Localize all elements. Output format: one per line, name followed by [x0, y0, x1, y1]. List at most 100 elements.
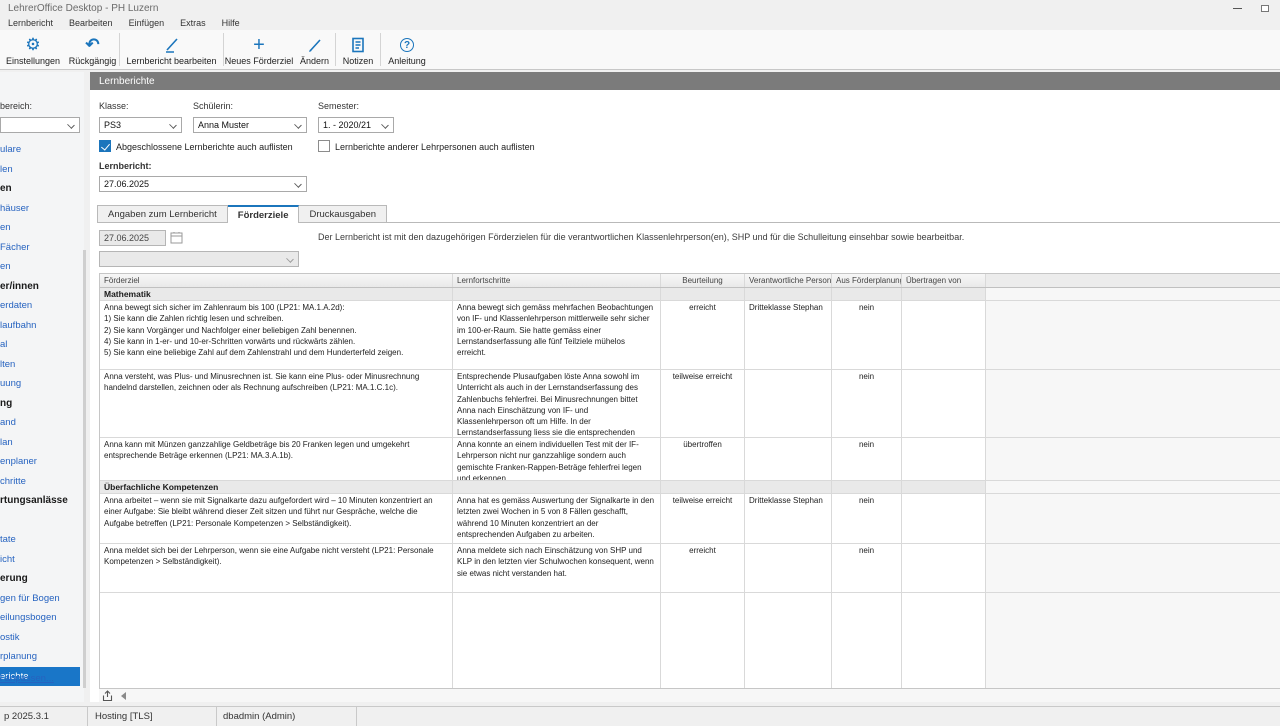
cell-transferred [902, 544, 986, 592]
cell-transferred [902, 438, 986, 480]
col-uebertragen-von[interactable]: Übertragen von [902, 274, 986, 287]
sidebar-filter-select[interactable] [0, 117, 80, 133]
sidebar-item[interactable]: len [0, 160, 80, 180]
section-row-mathematik: Mathematik [100, 288, 1280, 301]
checkbox-andere-lehrpersonen-label: Lernberichte anderer Lehrpersonen auch a… [335, 142, 535, 152]
cell-rating: übertroffen [661, 438, 745, 480]
lernbericht-select[interactable]: 27.06.2025 [99, 176, 307, 192]
status-version: p 2025.3.1 [0, 707, 88, 726]
export-icon[interactable] [102, 690, 113, 702]
menu-lernbericht[interactable]: Lernbericht [8, 18, 53, 28]
sidebar-item[interactable]: lan [0, 433, 80, 453]
cell-plan: nein [832, 494, 902, 543]
cell-plan: nein [832, 438, 902, 480]
notes-icon [351, 35, 365, 55]
checkbox-andere-lehrpersonen[interactable] [318, 140, 330, 152]
change-button[interactable]: Ändern [294, 30, 335, 69]
col-lernfortschritte[interactable]: Lernfortschritte [453, 274, 661, 287]
main-toolbar: ⚙ Einstellungen ↶ Rückgängig Lernbericht… [0, 30, 1280, 70]
help-icon: ? [400, 35, 414, 55]
notes-button[interactable]: Notizen [336, 30, 380, 69]
col-verantwortliche-person[interactable]: Verantwortliche Person [745, 274, 832, 287]
sidebar-item[interactable]: al [0, 335, 80, 355]
table-row[interactable]: Anna kann mit Münzen ganzzahlige Geldbet… [100, 438, 1280, 481]
col-foerderziel[interactable]: Förderziel [100, 274, 453, 287]
maximize-icon [1261, 5, 1269, 12]
sidebar-item[interactable]: rplanung [0, 647, 80, 667]
cell-plan: nein [832, 370, 902, 437]
schuelerin-label: Schülerin: [193, 101, 233, 111]
sidebar-item[interactable]: gen für Bogen [0, 589, 80, 609]
chevron-down-icon [381, 121, 389, 129]
foerderziele-table: Förderziel Lernfortschritte Beurteilung … [99, 273, 1280, 689]
page-title: Lernberichte [99, 76, 155, 87]
sidebar-item[interactable]: ostik [0, 628, 80, 648]
sidebar-item[interactable]: en [0, 218, 80, 238]
table-row[interactable]: Anna meldet sich bei der Lehrperson, wen… [100, 544, 1280, 593]
tab-druckausgaben[interactable]: Druckausgaben [299, 205, 387, 222]
new-goal-button[interactable]: + Neues Förderziel [224, 30, 294, 69]
sidebar-item[interactable]: erdaten [0, 296, 80, 316]
chevron-down-icon [169, 121, 177, 129]
help-button[interactable]: ? Anleitung [381, 30, 433, 69]
section-row-ueberfachliche: Überfachliche Kompetenzen [100, 481, 1280, 494]
sidebar-item[interactable]: eilungsbogen [0, 608, 80, 628]
sidebar-item[interactable]: häuser [0, 199, 80, 219]
sidebar-item[interactable]: uung [0, 374, 80, 394]
sidebar-item[interactable]: tate [0, 530, 80, 550]
cell-goal: Anna bewegt sich sicher im Zahlenraum bi… [100, 301, 453, 369]
sidebar-item[interactable]: icht [0, 550, 80, 570]
cell-goal: Anna kann mit Münzen ganzzahlige Geldbet… [100, 438, 453, 480]
sidebar-item[interactable]: lten [0, 355, 80, 375]
semester-label: Semester: [318, 101, 359, 111]
maximize-button[interactable] [1252, 2, 1278, 15]
sidebar-section: en [0, 179, 80, 199]
undo-button[interactable]: ↶ Rückgängig [66, 30, 119, 69]
table-row[interactable]: Anna bewegt sich sicher im Zahlenraum bi… [100, 301, 1280, 370]
klasse-select[interactable]: PS3 [99, 117, 182, 133]
sidebar-item[interactable]: enplaner [0, 452, 80, 472]
sidebar-scrollbar[interactable] [83, 250, 86, 688]
schuelerin-select[interactable]: Anna Muster [193, 117, 307, 133]
cell-progress: Anna bewegt sich gemäss mehrfachen Beoba… [453, 301, 661, 369]
cell-progress: Anna konnte an einem individuellen Test … [453, 438, 661, 480]
checkbox-abgeschlossene[interactable] [99, 140, 111, 152]
sidebar-spacer [0, 511, 80, 531]
edit-report-button[interactable]: Lernbericht bearbeiten [120, 30, 223, 69]
chevron-down-icon [67, 121, 75, 129]
table-header-row: Förderziel Lernfortschritte Beurteilung … [100, 274, 1280, 288]
sidebar-item[interactable]: chritte [0, 472, 80, 492]
minimize-button[interactable] [1224, 2, 1250, 15]
semester-select[interactable]: 1. - 2020/21 [318, 117, 394, 133]
table-row[interactable]: Anna arbeitet – wenn sie mit Signalkarte… [100, 494, 1280, 544]
check-icon [101, 141, 110, 150]
cell-goal: Anna arbeitet – wenn sie mit Signalkarte… [100, 494, 453, 543]
tab-foerderziele[interactable]: Förderziele [228, 205, 300, 223]
cell-transferred [902, 494, 986, 543]
menu-bearbeiten[interactable]: Bearbeiten [69, 18, 113, 28]
status-bar: p 2025.3.1 Hosting [TLS] dbadmin (Admin) [0, 706, 1280, 725]
cell-progress: Anna meldete sich nach Einschätzung von … [453, 544, 661, 592]
cell-person: Dritteklasse Stephan [745, 494, 832, 543]
sidebar-item[interactable]: ulare [0, 140, 80, 160]
sidebar-adjust-link[interactable]: l anpassen... [0, 673, 54, 684]
menu-extras[interactable]: Extras [180, 18, 206, 28]
cell-plan: nein [832, 544, 902, 592]
sidebar: bereich: ulare len en häuser en Fächer e… [0, 72, 84, 702]
table-row[interactable]: Anna versteht, was Plus- und Minusrechne… [100, 370, 1280, 438]
settings-button[interactable]: ⚙ Einstellungen [0, 30, 66, 69]
sidebar-item[interactable]: laufbahn [0, 316, 80, 336]
collapse-left-icon[interactable] [121, 692, 126, 700]
pencil-icon [307, 35, 323, 55]
col-beurteilung[interactable]: Beurteilung [661, 274, 745, 287]
tab-angaben[interactable]: Angaben zum Lernbericht [97, 205, 228, 222]
sidebar-item[interactable]: Fächer [0, 238, 80, 258]
sidebar-item[interactable]: en [0, 257, 80, 277]
sidebar-section: rtungsanlässe [0, 491, 80, 511]
sidebar-item[interactable]: and [0, 413, 80, 433]
menu-einfuegen[interactable]: Einfügen [129, 18, 165, 28]
menu-hilfe[interactable]: Hilfe [222, 18, 240, 28]
cell-progress: Anna hat es gemäss Auswertung der Signal… [453, 494, 661, 543]
col-aus-foerderplanung[interactable]: Aus Förderplanung [832, 274, 902, 287]
panel-info-text: Der Lernbericht ist mit den dazugehörige… [318, 232, 1248, 242]
